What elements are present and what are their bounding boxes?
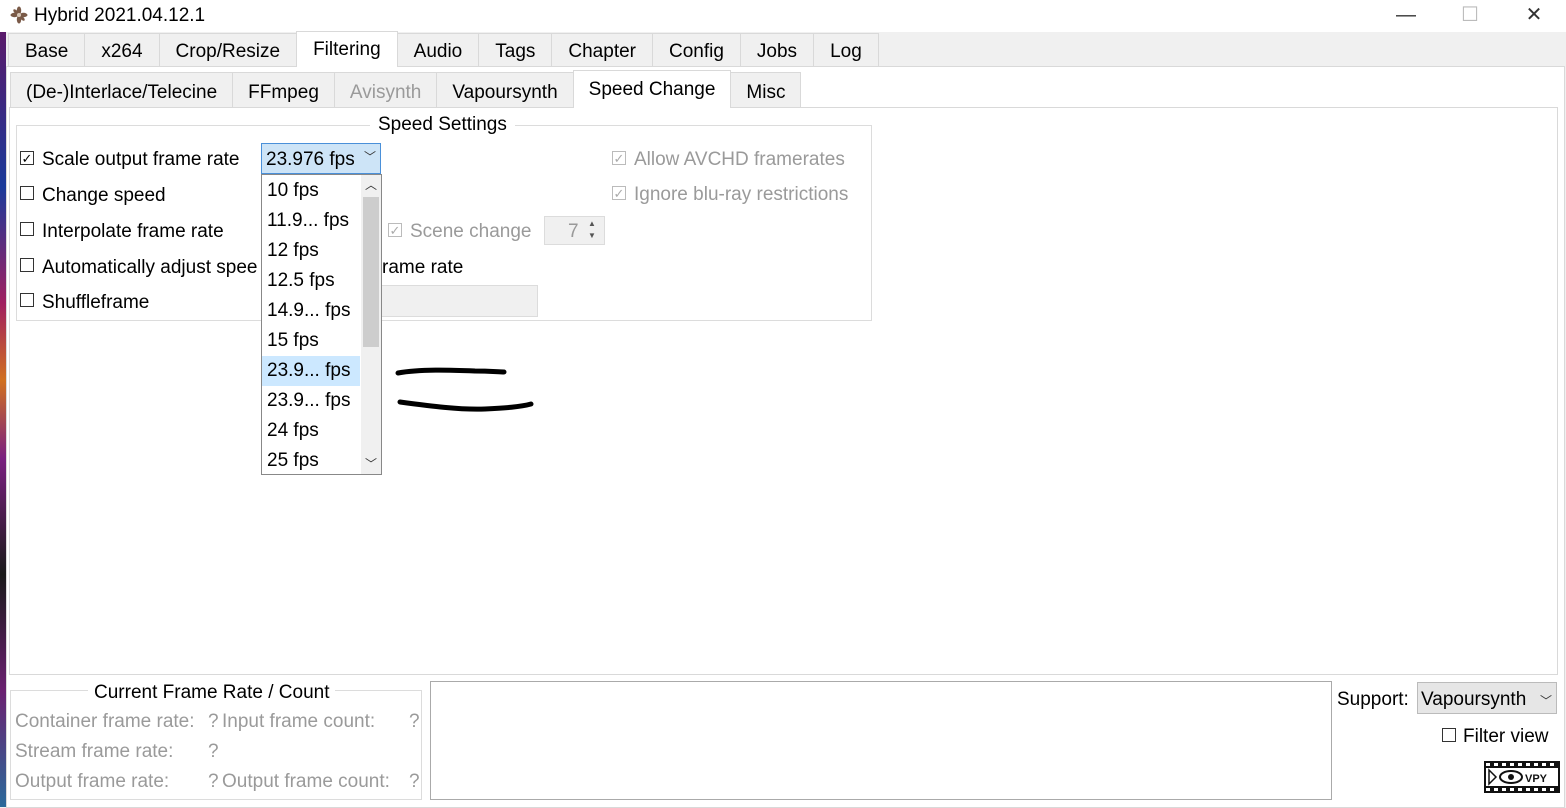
filter-view-checkbox[interactable] (1442, 728, 1456, 742)
dropdown-option[interactable]: 25 fps (262, 446, 360, 476)
output-frame-rate-value: ? (208, 771, 219, 792)
close-button[interactable]: ✕ (1504, 0, 1564, 32)
filter-view-label: Filter view (1463, 726, 1549, 747)
title-bar (0, 0, 1566, 32)
tab-tags[interactable]: Tags (478, 33, 553, 66)
container-frame-rate-value: ? (208, 711, 219, 732)
input-frame-count-value: ? (409, 711, 420, 732)
shuffleframe-checkbox[interactable] (20, 293, 34, 307)
app-icon (10, 6, 28, 24)
auto-adjust-speed-label: Automatically adjust spee (42, 257, 258, 278)
info-text-area[interactable] (430, 681, 1332, 800)
tab-audio[interactable]: Audio (396, 33, 480, 66)
current-frame-rate-title: Current Frame Rate / Count (88, 682, 336, 704)
tab-avisynth[interactable]: Avisynth (333, 72, 438, 107)
tab-speed-change[interactable]: Speed Change (572, 70, 732, 108)
scroll-down-icon[interactable]: ﹀ (361, 454, 381, 474)
tab-x264[interactable]: x264 (84, 33, 160, 66)
marker-scribble (395, 367, 534, 412)
vpy-label: VPY (1525, 773, 1548, 785)
dropdown-option[interactable]: 23.9... fps (262, 386, 360, 416)
tab-crop-resize[interactable]: Crop/Resize (158, 33, 298, 66)
stream-frame-rate-label: Stream frame rate: (15, 741, 174, 762)
interpolate-frame-rate-checkbox[interactable] (20, 222, 34, 236)
scene-change-checkbox[interactable]: ✓ (388, 223, 402, 237)
filtering-subtab-bar: (De-)Interlace/Telecine FFmpeg Avisynth … (10, 70, 802, 108)
stream-frame-rate-value: ? (208, 741, 219, 762)
scene-change-value: 7 (568, 221, 579, 242)
speed-settings-title: Speed Settings (370, 114, 515, 136)
input-frame-count-label: Input frame count: (222, 711, 376, 732)
scene-change-label: Scene change (410, 221, 532, 242)
tab-log[interactable]: Log (813, 33, 879, 66)
check-icon: ✓ (613, 151, 625, 166)
allow-avchd-checkbox[interactable]: ✓ (612, 151, 626, 165)
dropdown-option[interactable]: 24 fps (262, 416, 360, 446)
tab-ffmpeg[interactable]: FFmpeg (232, 72, 335, 107)
chevron-down-icon[interactable]: ﹀ (1540, 692, 1552, 709)
tab-deinterlace-telecine[interactable]: (De-)Interlace/Telecine (10, 72, 234, 107)
scale-output-frame-rate-label: Scale output frame rate (42, 149, 240, 170)
interpolate-frame-rate-label: Interpolate frame rate (42, 221, 224, 242)
change-speed-checkbox[interactable] (20, 186, 34, 200)
frame-rate-dropdown-list[interactable]: 10 fps 11.9... fps 12 fps 12.5 fps 14.9.… (261, 174, 382, 475)
spin-arrows[interactable]: ▲ ▼ (588, 218, 596, 242)
frame-rate-combo-value: 23.976 fps (266, 149, 355, 170)
dropdown-option[interactable]: 14.9... fps (262, 296, 360, 326)
container-frame-rate-label: Container frame rate: (15, 711, 195, 732)
dropdown-option[interactable]: 11.9... fps (262, 206, 360, 236)
maximize-button[interactable]: ☐ (1440, 0, 1500, 32)
spin-down-icon[interactable]: ▼ (588, 230, 596, 242)
check-icon: ✓ (613, 186, 625, 201)
auto-adjust-frame-rate-label: rame rate (382, 257, 464, 278)
dropdown-option[interactable]: 10 fps (262, 176, 360, 206)
minimize-button[interactable]: — (1376, 0, 1436, 32)
shuffleframe-input[interactable] (378, 285, 538, 317)
tab-misc[interactable]: Misc (730, 72, 802, 107)
dropdown-option[interactable]: 15 fps (262, 326, 360, 356)
dropdown-scroll-thumb[interactable] (363, 197, 379, 347)
allow-avchd-label: Allow AVCHD framerates (634, 149, 845, 170)
chevron-down-icon[interactable]: ﹀ (364, 148, 376, 165)
scale-output-frame-rate-checkbox[interactable]: ✓ (20, 151, 34, 165)
ignore-bluray-label: Ignore blu-ray restrictions (634, 184, 849, 205)
ignore-bluray-checkbox[interactable]: ✓ (612, 186, 626, 200)
support-combo-value: Vapoursynth (1421, 689, 1527, 710)
output-frame-count-label: Output frame count: (222, 771, 390, 792)
shuffleframe-label: Shuffleframe (42, 292, 150, 313)
tab-chapter[interactable]: Chapter (551, 33, 653, 66)
check-icon: ✓ (21, 151, 33, 166)
change-speed-label: Change speed (42, 185, 166, 206)
tab-base[interactable]: Base (8, 33, 86, 66)
vpy-preview-icon[interactable]: VPY (1484, 761, 1560, 793)
tab-vapoursynth[interactable]: Vapoursynth (436, 72, 574, 107)
output-frame-rate-label: Output frame rate: (15, 771, 170, 792)
window-title: Hybrid 2021.04.12.1 (34, 5, 206, 26)
auto-adjust-speed-checkbox[interactable] (20, 258, 34, 272)
dropdown-option[interactable]: 12.5 fps (262, 266, 360, 296)
tab-config[interactable]: Config (652, 33, 741, 66)
output-frame-count-value: ? (409, 771, 420, 792)
main-tab-bar: Base x264 Crop/Resize Filtering Audio Ta… (8, 31, 879, 67)
dropdown-option[interactable]: 12 fps (262, 236, 360, 266)
support-label: Support: (1337, 689, 1409, 710)
spin-up-icon[interactable]: ▲ (588, 218, 596, 230)
dropdown-option-selected[interactable]: 23.9... fps (262, 356, 360, 386)
tab-filtering[interactable]: Filtering (296, 31, 398, 67)
tab-jobs[interactable]: Jobs (739, 33, 815, 66)
scroll-up-icon[interactable]: ︿ (361, 175, 381, 195)
check-icon: ✓ (389, 223, 401, 238)
